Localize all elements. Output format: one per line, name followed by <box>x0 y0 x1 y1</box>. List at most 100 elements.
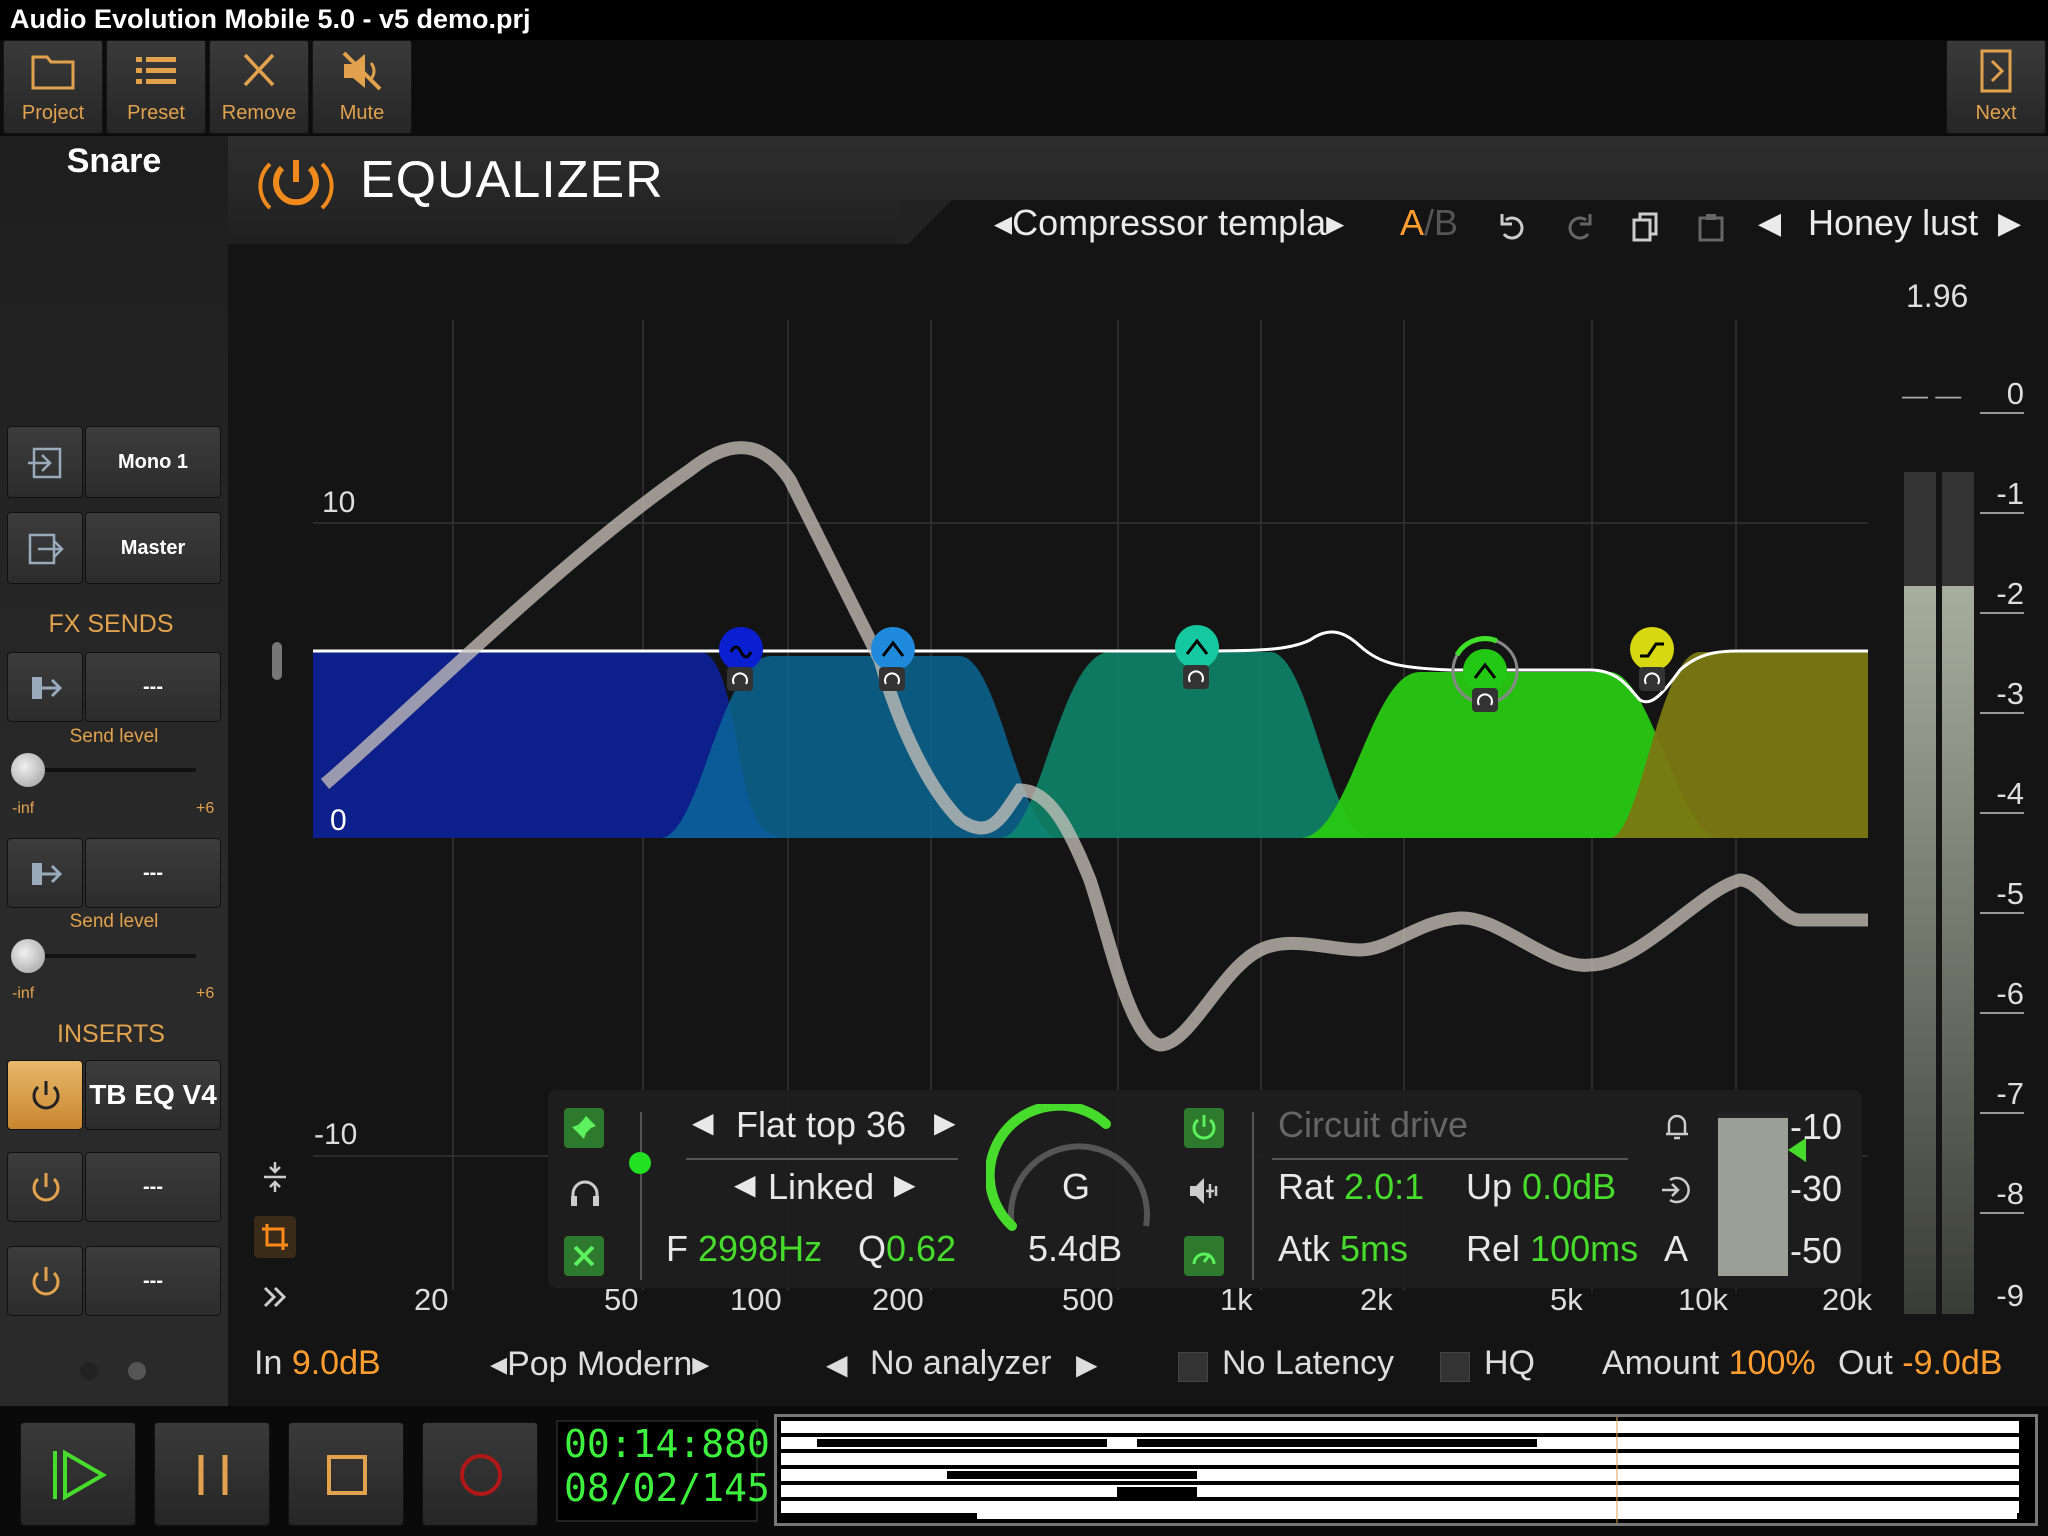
track-overview[interactable] <box>774 1414 2038 1526</box>
no-latency-label[interactable]: No Latency <box>1222 1344 1394 1383</box>
band-slider-knob[interactable] <box>629 1152 651 1174</box>
release-value[interactable]: 100ms <box>1530 1228 1638 1269</box>
q-value[interactable]: 0.62 <box>886 1228 956 1269</box>
output-gain-value[interactable]: -9.0dB <box>1902 1344 2002 1382</box>
dynamics-meter-button[interactable] <box>1184 1236 1224 1276</box>
factory-preset-name[interactable]: Honey lust <box>1808 202 1978 244</box>
insert-3-slot[interactable]: --- <box>85 1246 221 1316</box>
ratio-value[interactable]: 2.0:1 <box>1344 1166 1424 1207</box>
input-icon-button[interactable] <box>7 426 83 498</box>
next-label: Next <box>1975 102 2017 124</box>
vertical-scroll-handle[interactable] <box>272 642 282 680</box>
meter-tick: -3 <box>1980 676 2024 714</box>
stop-icon <box>323 1451 371 1504</box>
input-route-icon[interactable] <box>1660 1174 1692 1211</box>
output-icon-button[interactable] <box>7 512 83 584</box>
insert-2-slot[interactable]: --- <box>85 1152 221 1222</box>
next-button[interactable]: Next <box>1946 40 2046 134</box>
analyzer-prev[interactable]: ◀ <box>826 1348 848 1381</box>
send-1-level-knob[interactable] <box>11 753 45 787</box>
stop-button[interactable] <box>288 1422 404 1526</box>
hq-checkbox[interactable] <box>1440 1352 1470 1382</box>
page-dot-2[interactable] <box>128 1362 146 1380</box>
release-label: Rel <box>1466 1228 1521 1269</box>
link-mode[interactable]: Linked <box>768 1166 874 1208</box>
remove-button[interactable]: Remove <box>209 40 309 134</box>
release-control[interactable]: Rel 100ms <box>1466 1228 1638 1270</box>
time-display[interactable]: 00:14:880 08/02/145 <box>556 1420 770 1522</box>
send-2-level-slider[interactable] <box>28 954 196 958</box>
band-5-node[interactable] <box>1630 627 1674 691</box>
q-control[interactable]: Q0.62 <box>858 1228 956 1270</box>
ab-b[interactable]: B <box>1434 202 1458 243</box>
output-select[interactable]: Master <box>85 512 221 584</box>
insert-3-power-button[interactable] <box>7 1246 83 1316</box>
sidechain-icon[interactable] <box>1662 1112 1692 1147</box>
attack-value[interactable]: 5ms <box>1340 1228 1408 1269</box>
meter-tick: -4 <box>1980 776 2024 814</box>
headphones-icon[interactable] <box>568 1178 602 1213</box>
fit-vertical-icon[interactable] <box>260 1160 290 1199</box>
record-button[interactable] <box>422 1422 538 1526</box>
project-button[interactable]: Project <box>3 40 103 134</box>
expand-icon[interactable] <box>262 1284 288 1315</box>
output-gain[interactable]: Out -9.0dB <box>1838 1344 2002 1383</box>
band-slider-track[interactable] <box>640 1112 642 1280</box>
hq-label[interactable]: HQ <box>1484 1344 1535 1383</box>
link-mode-next[interactable]: ▶ <box>894 1168 916 1201</box>
amount-control[interactable]: Amount 100% <box>1602 1344 1816 1383</box>
send-2-target-value: --- <box>143 861 163 884</box>
send-1-level-slider[interactable] <box>28 768 196 772</box>
send-1-target[interactable]: --- <box>85 652 221 722</box>
amount-value[interactable]: 100% <box>1729 1344 1816 1382</box>
frequency-value[interactable]: 2998Hz <box>698 1228 822 1269</box>
send-2-icon-button[interactable] <box>7 838 83 908</box>
attack-control[interactable]: Atk 5ms <box>1278 1228 1408 1270</box>
divider <box>1272 1158 1628 1160</box>
send-2-level-knob[interactable] <box>11 939 45 973</box>
ratio-control[interactable]: Rat 2.0:1 <box>1278 1166 1424 1208</box>
insert-1-power-button[interactable] <box>7 1060 83 1130</box>
upward-control[interactable]: Up 0.0dB <box>1466 1166 1616 1208</box>
insert-1-slot[interactable]: TB EQ V4 <box>85 1060 221 1130</box>
send-1-icon-button[interactable] <box>7 652 83 722</box>
factory-preset-prev[interactable]: ◀ <box>1758 206 1781 241</box>
style-preset-selector[interactable]: ◂Pop Modern▸ <box>490 1344 709 1384</box>
page-dot-1[interactable] <box>80 1362 98 1380</box>
mute-button[interactable]: Mute <box>312 40 412 134</box>
delete-band-button[interactable] <box>564 1236 604 1276</box>
preset-button[interactable]: Preset <box>106 40 206 134</box>
ab-a[interactable]: A <box>1400 202 1424 243</box>
send-2-target[interactable]: --- <box>85 838 221 908</box>
power-icon <box>1189 1112 1219 1147</box>
plugin-power-icon[interactable] <box>256 154 336 223</box>
upward-value[interactable]: 0.0dB <box>1522 1166 1616 1207</box>
gain-value[interactable]: 5.4dB <box>1028 1228 1122 1270</box>
filter-type-prev[interactable]: ◀ <box>692 1106 714 1139</box>
analyzer-next[interactable]: ▶ <box>1076 1348 1098 1381</box>
input-gain[interactable]: In 9.0dB <box>254 1344 381 1383</box>
pin-button[interactable] <box>564 1108 604 1148</box>
filter-type-next[interactable]: ▶ <box>934 1106 956 1139</box>
dynamics-power-button[interactable] <box>1184 1108 1224 1148</box>
frequency-control[interactable]: F 2998Hz <box>666 1228 822 1270</box>
auto-release-toggle[interactable]: A <box>1664 1228 1688 1270</box>
insert-2-power-button[interactable] <box>7 1152 83 1222</box>
input-select[interactable]: Mono 1 <box>85 426 221 498</box>
crop-button[interactable] <box>254 1216 296 1258</box>
analyzer-mode[interactable]: No analyzer <box>870 1344 1051 1383</box>
input-gain-value[interactable]: 9.0dB <box>292 1344 381 1382</box>
meter-peak-value[interactable]: 1.96 <box>1906 278 1968 315</box>
speaker-dynamics-icon[interactable] <box>1186 1174 1222 1213</box>
record-icon <box>457 1451 505 1504</box>
user-preset-selector[interactable]: ◂Compressor templa▸ <box>994 202 1344 244</box>
pause-button[interactable] <box>154 1422 270 1526</box>
link-mode-prev[interactable]: ◀ <box>734 1168 756 1201</box>
factory-preset-next[interactable]: ▶ <box>1998 206 2021 241</box>
no-latency-checkbox[interactable] <box>1178 1352 1208 1382</box>
filter-type[interactable]: Flat top 36 <box>736 1104 906 1146</box>
ab-compare[interactable]: A/B <box>1400 202 1458 244</box>
close-icon <box>210 49 308 97</box>
send-2-max: +6 <box>196 985 215 1002</box>
play-button[interactable] <box>20 1422 136 1526</box>
